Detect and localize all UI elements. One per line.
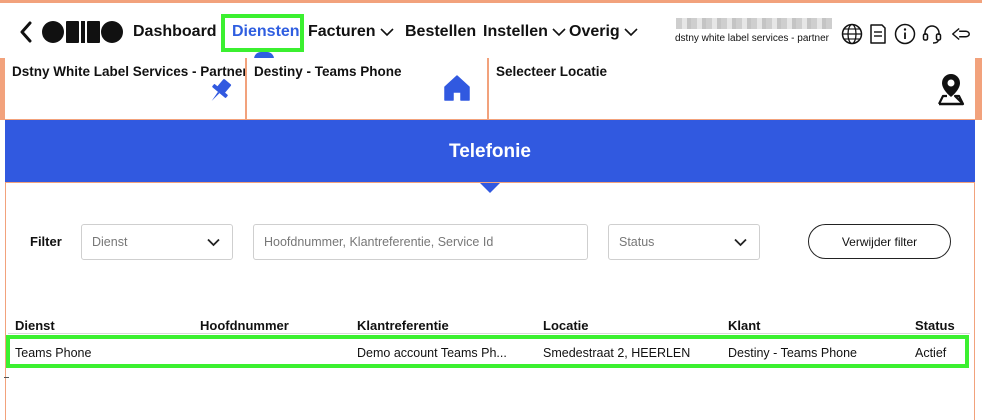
cell-dienst: Teams Phone [15, 346, 92, 360]
nav-overig-label: Overig [569, 23, 620, 40]
partner-selector[interactable]: Dstny White Label Services - Partner [5, 58, 245, 119]
top-navigation: Dashboard Diensten Facturen Bestellen In… [0, 3, 982, 59]
nav-bestellen-label: Bestellen [405, 23, 477, 40]
nav-instellen-label: Instellen [483, 23, 548, 40]
column-header-hoofdnummer[interactable]: Hoofdnummer [200, 318, 289, 333]
column-header-status[interactable]: Status [915, 318, 955, 333]
section-title: Telefonie [449, 141, 531, 162]
customer-selector-label: Destiny - Teams Phone [254, 64, 402, 79]
location-selector-label: Selecteer Locatie [496, 64, 608, 79]
dienst-select[interactable]: Dienst [81, 224, 233, 260]
cell-klant: Destiny - Teams Phone [728, 346, 857, 360]
nav-facturen[interactable]: Facturen [308, 23, 394, 41]
section-banner: Telefonie [5, 120, 975, 182]
pin-icon [211, 79, 232, 101]
chevron-down-icon [380, 28, 394, 37]
content-panel [5, 182, 975, 420]
cell-locatie: Smedestraat 2, HEERLEN [543, 346, 691, 360]
account-name-redacted [676, 18, 832, 29]
clear-filter-button[interactable]: Verwijder filter [808, 224, 951, 259]
scroll-marker [4, 377, 9, 378]
column-header-dienst[interactable]: Dienst [15, 318, 55, 333]
customer-selector[interactable]: Destiny - Teams Phone [247, 58, 487, 119]
nav-dashboard[interactable]: Dashboard [133, 23, 217, 41]
location-pin-icon [938, 74, 965, 106]
nav-dashboard-label: Dashboard [133, 23, 217, 40]
account-subtitle: dstny white label services - partner [675, 33, 829, 44]
nav-facturen-label: Facturen [308, 23, 376, 40]
context-selector-bar: Dstny White Label Services - Partner Des… [0, 58, 982, 120]
document-icon[interactable] [867, 23, 889, 45]
search-input[interactable] [253, 224, 588, 260]
logout-icon[interactable] [950, 23, 972, 45]
info-icon[interactable] [894, 23, 916, 45]
headset-icon[interactable] [921, 23, 943, 45]
chevron-down-icon [207, 238, 220, 247]
active-nav-highlight [221, 14, 304, 52]
table-header-divider [8, 333, 970, 334]
cell-status: Actief [915, 346, 947, 360]
location-selector[interactable]: Selecteer Locatie [489, 58, 975, 119]
filter-label: Filter [30, 234, 62, 249]
column-header-klant[interactable]: Klant [728, 318, 761, 333]
chevron-down-icon [552, 28, 566, 37]
chevron-down-icon [734, 238, 747, 247]
nav-instellen[interactable]: Instellen [483, 23, 566, 41]
column-header-locatie[interactable]: Locatie [543, 318, 589, 333]
status-select[interactable]: Status [608, 224, 760, 260]
chevron-down-icon [624, 28, 638, 37]
nav-bestellen[interactable]: Bestellen [405, 23, 476, 41]
logo-mark-icon [42, 21, 123, 43]
cell-klantreferentie: Demo account Teams Ph... [357, 346, 507, 360]
home-icon [444, 75, 470, 101]
odido-logo[interactable] [40, 19, 124, 45]
globe-icon[interactable] [841, 23, 863, 45]
status-select-value: Status [619, 235, 655, 249]
nav-overig[interactable]: Overig [569, 23, 638, 41]
column-header-klantreferentie[interactable]: Klantreferentie [357, 318, 449, 333]
dienst-select-value: Dienst [92, 235, 128, 249]
back-arrow-icon[interactable] [18, 21, 34, 43]
